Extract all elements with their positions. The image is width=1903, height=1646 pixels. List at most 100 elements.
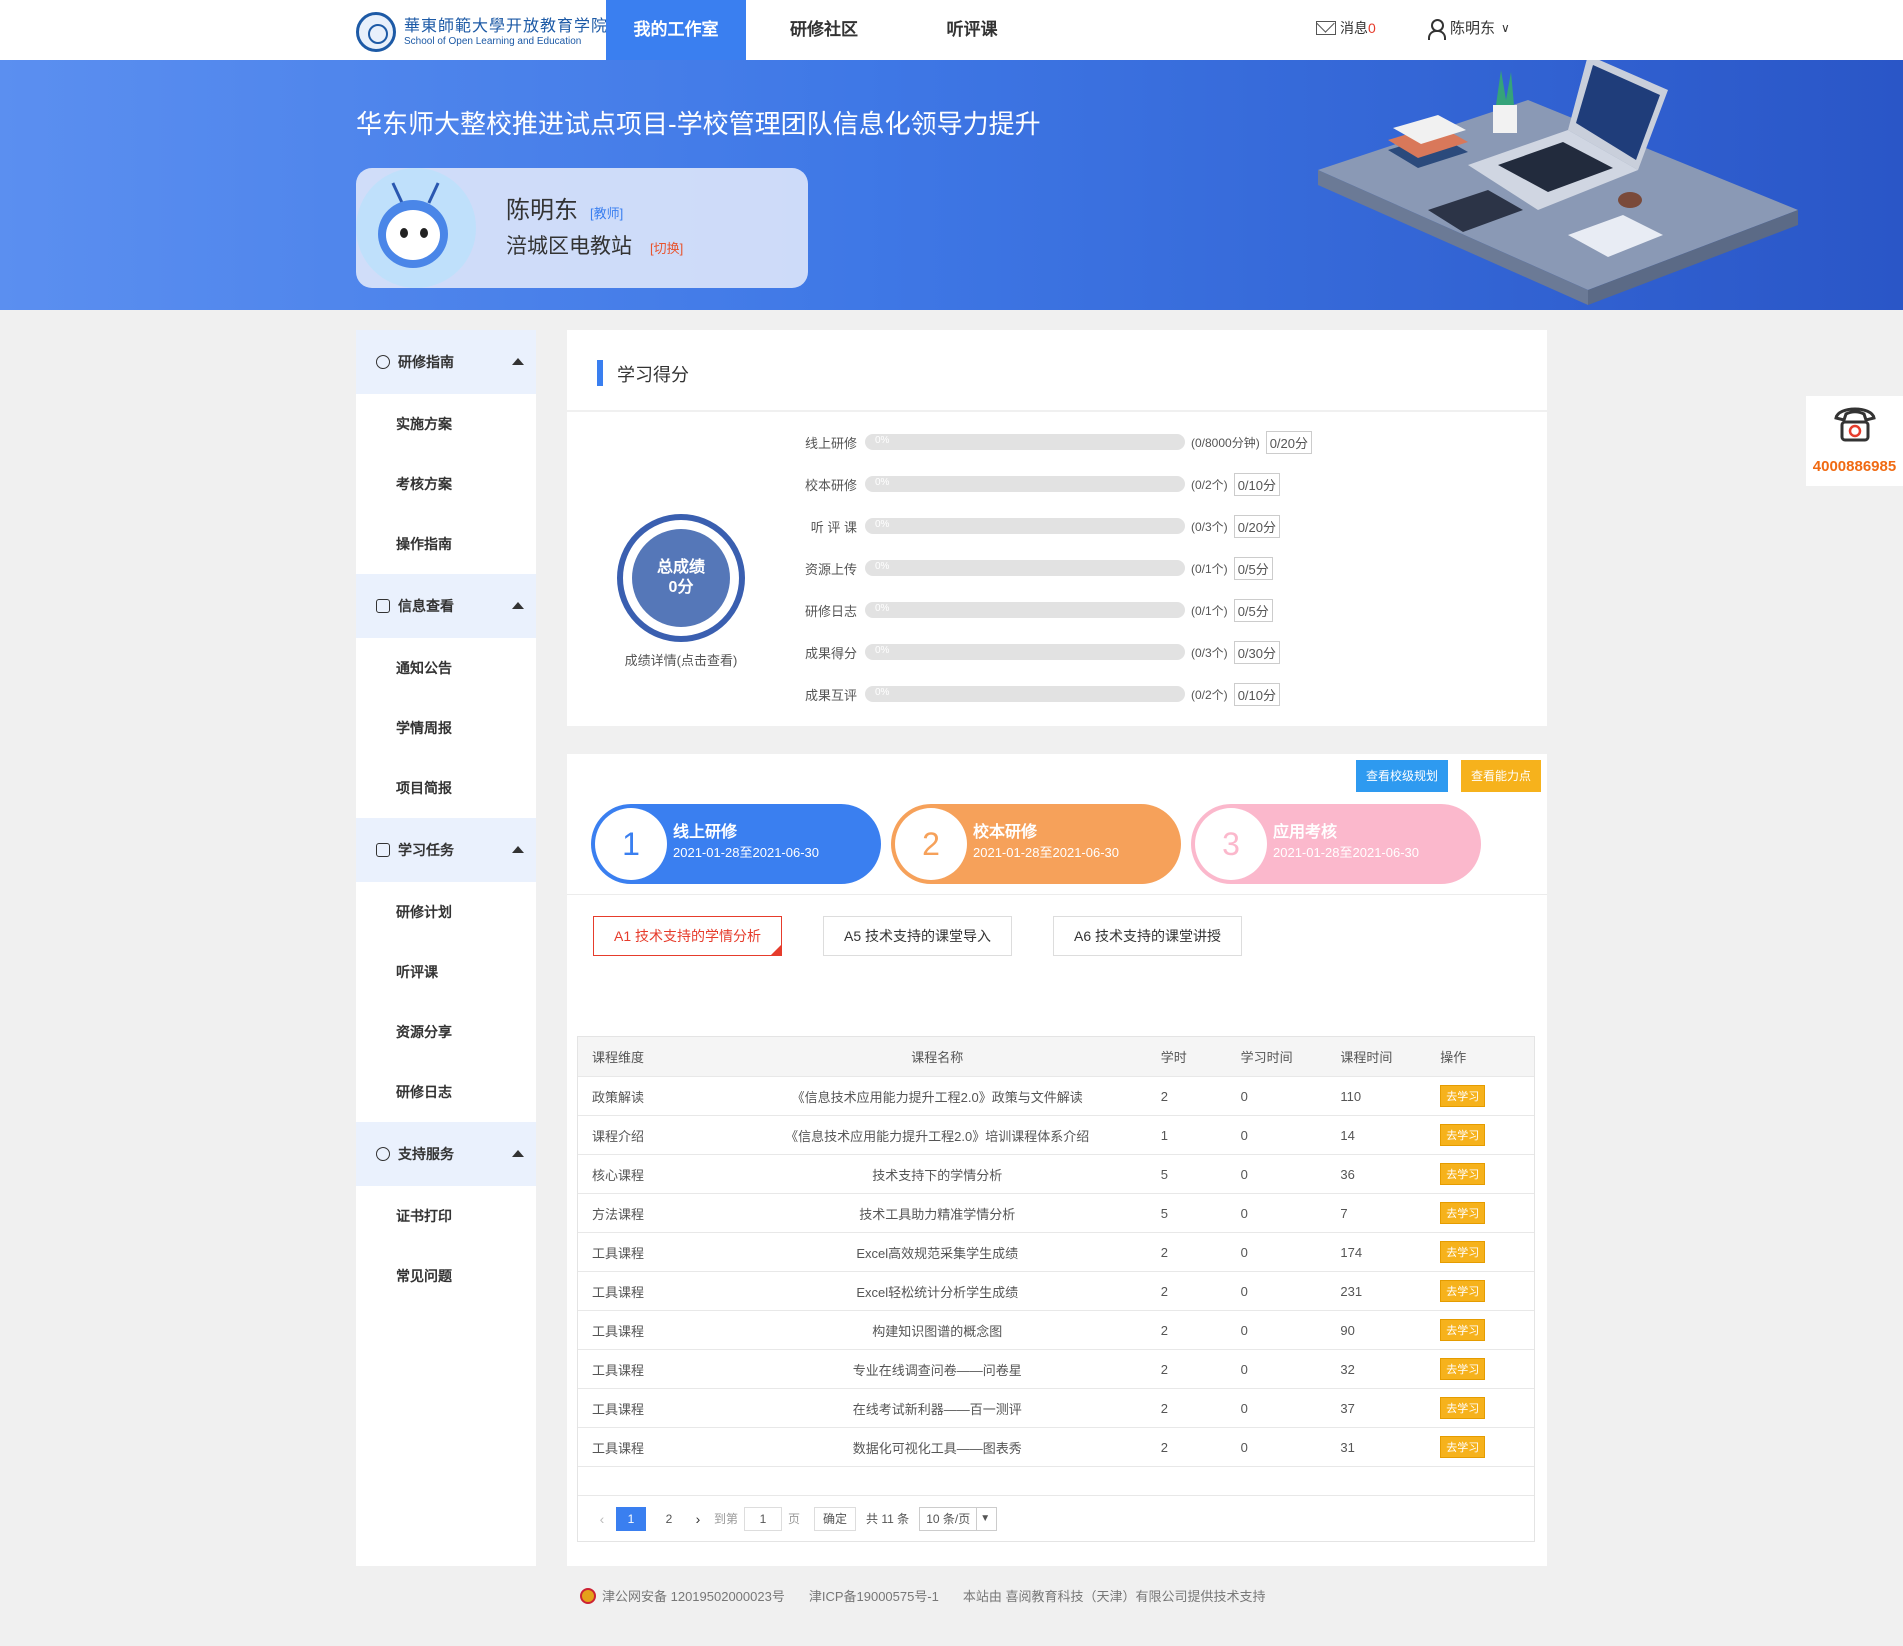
score-section-title: 学习得分 — [617, 365, 689, 385]
envelope-icon — [1316, 21, 1336, 35]
course-hours: 2 — [1160, 1283, 1168, 1299]
course-name: 在线考试新利器——百一测评 — [852, 1401, 1022, 1417]
study-time: 0 — [1240, 1205, 1248, 1221]
score-row-points: 0/10分 — [1233, 682, 1280, 706]
page-2[interactable]: 2 — [654, 1507, 684, 1531]
police-record-link[interactable]: 津公网安备 12019502000023号 — [602, 1586, 785, 1605]
score-row-count: (0/3个) — [1191, 519, 1228, 534]
course-hours: 1 — [1160, 1127, 1168, 1143]
ability-tab-a1[interactable]: A1 技术支持的学情分析 — [593, 916, 783, 956]
score-row-label: 听 评 课 — [810, 519, 857, 535]
go-study-button[interactable]: 去学习 — [1440, 1241, 1486, 1263]
nav-lesson-review[interactable]: 听评课 — [902, 0, 1042, 60]
ability-tab-a5[interactable]: A5 技术支持的课堂导入 — [823, 916, 1013, 956]
sidebar-item-brief[interactable]: 项目简报 — [356, 758, 536, 818]
prev-page-icon[interactable]: ‹ — [592, 1511, 612, 1527]
go-study-button[interactable]: 去学习 — [1440, 1397, 1486, 1419]
sidebar-item-faq[interactable]: 常见问题 — [356, 1246, 536, 1306]
sidebar-item-journal[interactable]: 研修日志 — [356, 1062, 536, 1122]
sidebar-item-resources[interactable]: 资源分享 — [356, 1002, 536, 1062]
stage-number: 1 — [595, 808, 667, 880]
sidebar-group-support[interactable]: 支持服务 — [356, 1122, 536, 1186]
go-study-button[interactable]: 去学习 — [1440, 1124, 1486, 1146]
sidebar-item-guide[interactable]: 操作指南 — [356, 514, 536, 574]
sidebar-item-certificate[interactable]: 证书打印 — [356, 1186, 536, 1246]
course-hours: 5 — [1160, 1166, 1168, 1182]
switch-org-link[interactable]: [切换] — [650, 241, 683, 256]
go-study-button[interactable]: 去学习 — [1440, 1358, 1486, 1380]
sidebar-group-tasks[interactable]: 学习任务 — [356, 818, 536, 882]
stage-title: 应用考核 — [1273, 824, 1338, 841]
user-menu[interactable]: 陈明东 ∨ — [1428, 17, 1510, 40]
stage-school-study[interactable]: 2 校本研修 2021-01-28至2021-06-30 — [891, 804, 1181, 884]
go-study-button[interactable]: 去学习 — [1440, 1202, 1486, 1224]
sidebar-item-lesson-review[interactable]: 听评课 — [356, 942, 536, 1002]
goto-confirm-button[interactable]: 确定 — [814, 1506, 857, 1531]
goto-page-input[interactable]: 1 — [744, 1506, 783, 1531]
footer: 津公网安备 12019502000023号 津ICP备19000575号-1 本… — [580, 1586, 1266, 1605]
score-row: 成果互评 0% (0/2个) 0/10分 — [797, 682, 1280, 706]
course-time: 110 — [1340, 1088, 1362, 1104]
view-school-plan-button[interactable]: 查看校级规划 — [1356, 760, 1449, 792]
stage-dates: 2021-01-28至2021-06-30 — [1273, 845, 1419, 860]
total-score-circle[interactable]: 总成绩 0分 — [617, 514, 745, 642]
score-row: 资源上传 0% (0/1个) 0/5分 — [797, 556, 1273, 580]
score-row-count: (0/8000分钟) — [1191, 435, 1260, 450]
score-row-label: 线上研修 — [804, 435, 857, 451]
go-study-button[interactable]: 去学习 — [1440, 1436, 1486, 1458]
profile-name: 陈明东 — [506, 197, 578, 224]
hotline-widget[interactable]: 4000886985 — [1806, 396, 1903, 486]
course-time: 174 — [1340, 1244, 1363, 1260]
stage-application-assessment[interactable]: 3 应用考核 2021-01-28至2021-06-30 — [1191, 804, 1481, 884]
progress-bar: 0% — [865, 560, 1185, 576]
icp-record-link[interactable]: 津ICP备19000575号-1 — [809, 1586, 939, 1605]
course-dimension: 工具课程 — [592, 1323, 645, 1339]
ability-tab-a6[interactable]: A6 技术支持的课堂讲授 — [1053, 916, 1243, 956]
course-time: 14 — [1340, 1127, 1355, 1143]
nav-community[interactable]: 研修社区 — [754, 0, 894, 60]
study-time: 0 — [1240, 1088, 1248, 1104]
stage-dates: 2021-01-28至2021-06-30 — [973, 845, 1119, 860]
stage-online-study[interactable]: 1 线上研修 2021-01-28至2021-06-30 — [591, 804, 881, 884]
course-dimension: 课程介绍 — [592, 1128, 645, 1144]
course-hours: 2 — [1160, 1322, 1168, 1338]
sidebar-item-notices[interactable]: 通知公告 — [356, 638, 536, 698]
user-icon — [1428, 18, 1446, 40]
sidebar-group-guide[interactable]: 研修指南 — [356, 330, 536, 394]
sidebar-item-plan[interactable]: 实施方案 — [356, 394, 536, 454]
stage-dates: 2021-01-28至2021-06-30 — [673, 845, 819, 860]
view-ability-points-button[interactable]: 查看能力点 — [1461, 760, 1542, 792]
caret-up-icon — [512, 358, 524, 365]
course-hours: 2 — [1160, 1244, 1168, 1260]
sidebar-item-weekly[interactable]: 学情周报 — [356, 698, 536, 758]
course-name: 专业在线调查问卷——问卷星 — [852, 1362, 1022, 1378]
score-row-points: 0/20分 — [1233, 514, 1280, 538]
course-time: 32 — [1340, 1361, 1355, 1377]
go-study-button[interactable]: 去学习 — [1440, 1280, 1486, 1302]
course-time: 37 — [1340, 1400, 1355, 1416]
messages-link[interactable]: 消息 0 — [1316, 18, 1376, 38]
table-row: 工具课程 数据化可视化工具——图表秀 2 0 31 去学习 — [578, 1428, 1534, 1467]
column-header: 学时 — [1160, 1050, 1187, 1065]
progress-bar: 0% — [865, 686, 1185, 702]
score-panel: 学习得分 总成绩 0分 成绩详情(点击查看) 线上研修 0% (0/8000分钟… — [567, 330, 1547, 726]
course-name: 《信息技术应用能力提升工程2.0》政策与文件解读 — [791, 1089, 1083, 1105]
sidebar-group-info[interactable]: 信息查看 — [356, 574, 536, 638]
progress-percent: 0% — [875, 435, 890, 446]
page-size-select[interactable]: 10 条/页 ▼ — [919, 1506, 998, 1531]
go-study-button[interactable]: 去学习 — [1440, 1319, 1486, 1341]
score-row-count: (0/3个) — [1191, 645, 1228, 660]
go-study-button[interactable]: 去学习 — [1440, 1163, 1486, 1185]
main-nav: 我的工作室 研修社区 听评课 — [606, 0, 1050, 60]
sidebar-item-assessment[interactable]: 考核方案 — [356, 454, 536, 514]
nav-my-studio[interactable]: 我的工作室 — [606, 0, 746, 60]
study-time: 0 — [1240, 1283, 1248, 1299]
score-row-points: 0/5分 — [1233, 556, 1273, 580]
school-logo[interactable]: 華東師範大學开放教育学院 School of Open Learning and… — [356, 12, 608, 52]
study-time: 0 — [1240, 1127, 1248, 1143]
page-1[interactable]: 1 — [616, 1506, 646, 1531]
sidebar-item-study-plan[interactable]: 研修计划 — [356, 882, 536, 942]
score-detail-link[interactable]: 成绩详情(点击查看) — [617, 650, 745, 669]
go-study-button[interactable]: 去学习 — [1440, 1085, 1486, 1107]
next-page-icon[interactable]: › — [688, 1511, 708, 1527]
